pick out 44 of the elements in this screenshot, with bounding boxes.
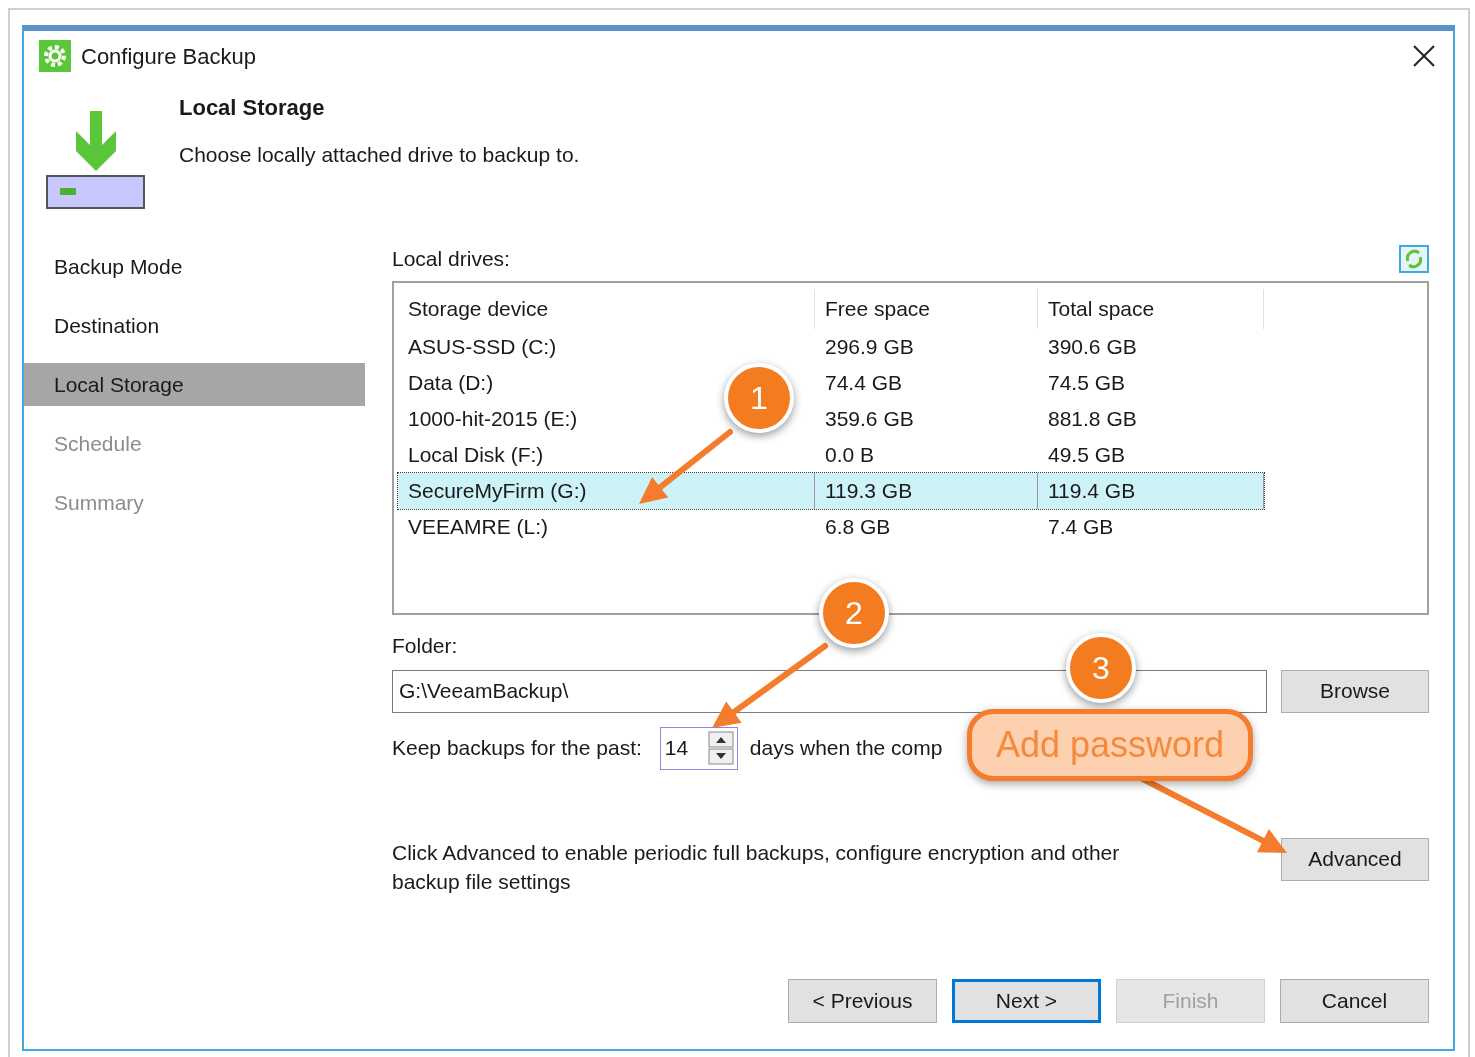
close-icon[interactable] (1413, 45, 1435, 67)
folder-label: Folder: (392, 633, 458, 659)
spin-arrows-icon[interactable] (707, 731, 734, 765)
table-cell-text: SecureMyFirm (G:) (408, 478, 587, 505)
table-cell-text: 7.4 GB (1048, 514, 1114, 541)
column-header[interactable]: Total space (1038, 289, 1264, 329)
retention-suffix: days when the comp (749, 735, 943, 762)
table-cell-text: Local Disk (F:) (408, 442, 544, 469)
selected-row-highlight[interactable]: SecureMyFirm (G:) 119.3 GB 119.4 GB (398, 473, 1264, 509)
table-cell-text: VEEAMRE (L:) (408, 514, 549, 541)
table-cell-text: 74.4 GB (825, 370, 903, 397)
dialog-button[interactable]: Cancel (1280, 978, 1429, 1023)
table-cell-text: 359.6 GB (825, 406, 914, 433)
drive-download-icon (46, 109, 146, 209)
dialog-button[interactable]: Browse (1281, 669, 1429, 713)
table-cell-text: 1000-hit-2015 (E:) (408, 406, 578, 433)
window-title: Configure Backup (81, 42, 256, 71)
table-cell-text: 296.9 GB (825, 334, 914, 361)
dialog-button[interactable]: < Previous (788, 978, 937, 1023)
table-cell-text: 119.4 GB (1048, 478, 1136, 505)
table-cell-text: ASUS-SSD (C:) (408, 334, 557, 361)
table-cell-text: 6.8 GB (825, 514, 891, 541)
drives-label: Local drives: (392, 246, 510, 273)
advanced-hint: Click Advanced to enable periodic full backups, configure encryption and other backup file settings (392, 839, 1121, 895)
header-subtitle: Choose locally attached drive to backup to. (179, 142, 580, 168)
dialog-button[interactable]: Next > (952, 978, 1101, 1023)
header-title: Local Storage (179, 94, 326, 122)
table-cell-text: 49.5 GB (1048, 442, 1126, 469)
column-header[interactable]: Free space (815, 289, 1038, 329)
step-item[interactable]: Local Storage (24, 363, 365, 406)
table-cell-text: 390.6 GB (1048, 334, 1137, 361)
table-cell-text: Data (D:) (408, 370, 494, 397)
step-item[interactable]: Destination (24, 304, 365, 347)
retention-label: Keep backups for the past: (392, 735, 642, 762)
days-spinner[interactable]: 14 (659, 726, 738, 770)
gear-icon (39, 40, 71, 72)
table-cell-text: 74.5 GB (1048, 370, 1126, 397)
column-header[interactable]: Storage device (398, 289, 815, 329)
dialog-button[interactable]: Advanced (1281, 837, 1429, 881)
table-cell-text: 0.0 B (825, 442, 875, 469)
step-item[interactable]: Backup Mode (24, 245, 365, 288)
table-cell-text: 119.3 GB (825, 478, 913, 505)
table-cell-text: 881.8 GB (1048, 406, 1137, 433)
annotation-label: Add password (967, 709, 1253, 781)
